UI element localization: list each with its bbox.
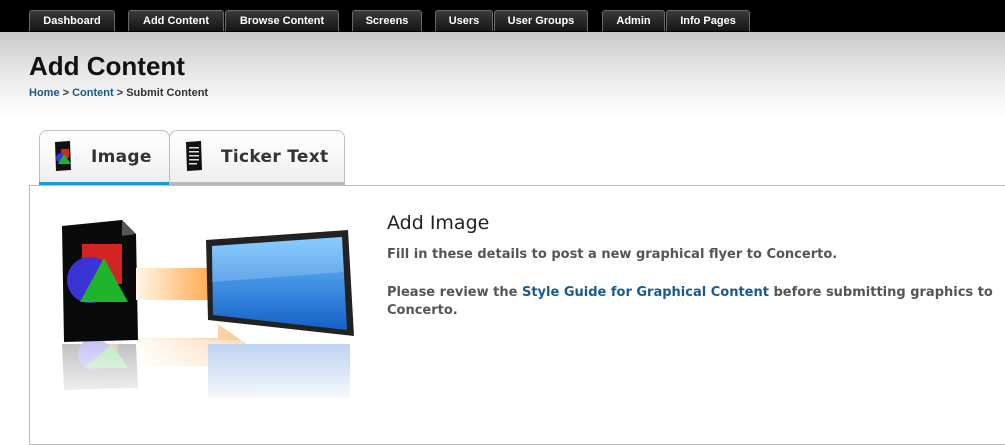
breadcrumb-current: Submit Content [126, 87, 209, 99]
style-guide-prefix: Please review the [387, 285, 522, 300]
breadcrumb-separator: > [113, 87, 127, 99]
page-title: Add Content [29, 51, 185, 81]
nav-users[interactable]: Users [435, 10, 493, 31]
breadcrumb: Home > Content > Submit Content [29, 86, 208, 100]
nav-dashboard[interactable]: Dashboard [29, 10, 115, 31]
breadcrumb-content-link[interactable]: Content [72, 87, 114, 99]
nav-user-groups[interactable]: User Groups [494, 10, 588, 31]
tab-ticker-text-label: Ticker Text [221, 147, 329, 167]
top-nav-bar: Dashboard Add Content Browse Content Scr… [0, 0, 1005, 32]
nav-info-pages[interactable]: Info Pages [666, 10, 750, 31]
nav-admin[interactable]: Admin [602, 10, 665, 31]
add-image-description: Fill in these details to post a new grap… [387, 247, 838, 262]
nav-browse-content[interactable]: Browse Content [225, 10, 339, 31]
breadcrumb-home-link[interactable]: Home [29, 87, 60, 99]
nav-add-content[interactable]: Add Content [128, 10, 224, 31]
add-image-title: Add Image [387, 212, 490, 234]
tab-image-label: Image [91, 147, 152, 167]
ticker-text-icon [186, 141, 202, 171]
breadcrumb-separator: > [59, 87, 73, 99]
style-guide-notice: Please review the Style Guide for Graphi… [387, 284, 997, 320]
add-image-illustration [58, 220, 358, 407]
image-icon [55, 141, 71, 171]
style-guide-link[interactable]: Style Guide for Graphical Content [522, 285, 769, 300]
nav-screens[interactable]: Screens [352, 10, 422, 31]
tab-ticker-text[interactable]: Ticker Text [169, 130, 345, 186]
tab-image[interactable]: Image [39, 130, 170, 186]
